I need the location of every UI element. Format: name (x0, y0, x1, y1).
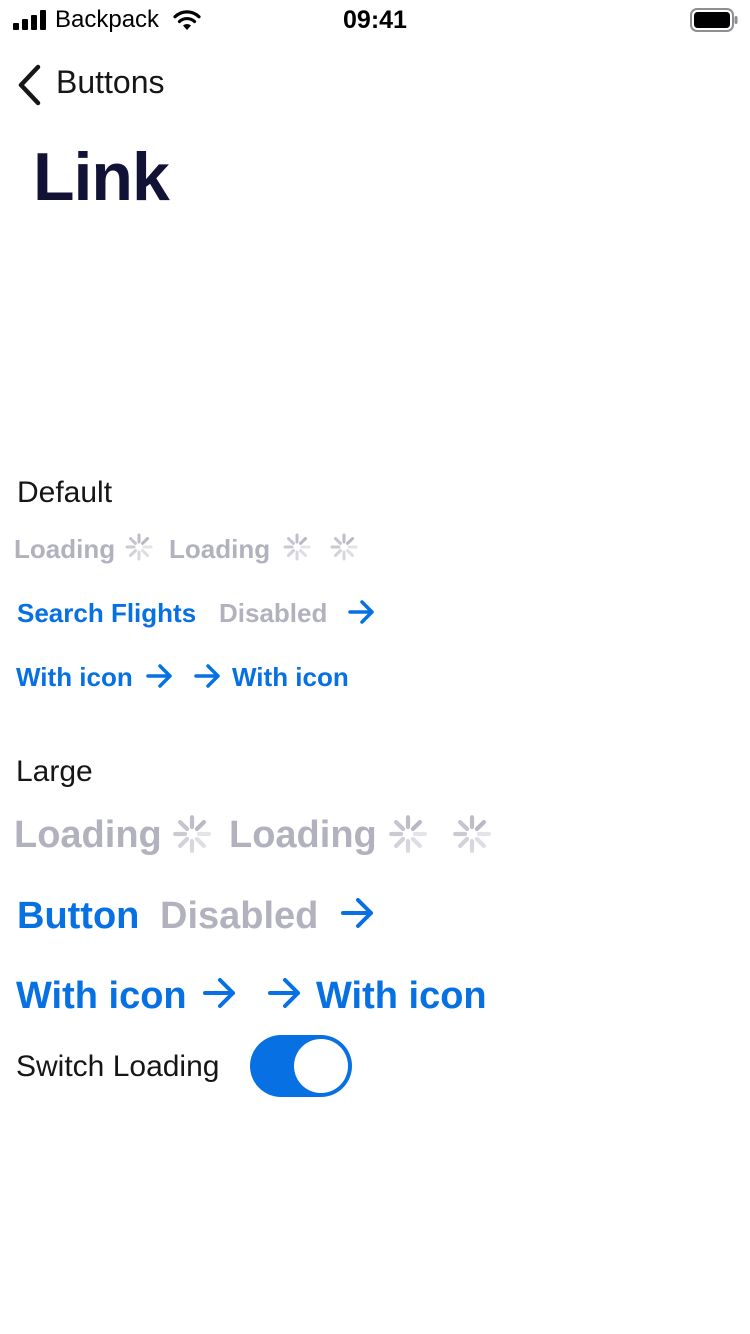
chevron-left-icon[interactable] (16, 64, 44, 106)
arrow-right-icon[interactable] (146, 663, 174, 689)
arrow-right-icon[interactable] (267, 976, 303, 1010)
switch-loading-label: Switch Loading (16, 1050, 220, 1083)
loading-link-2: Loading (169, 534, 271, 564)
arrow-right-icon[interactable] (202, 976, 238, 1010)
switch-knob (294, 1039, 348, 1093)
status-bar: Backpack 09:41 (0, 0, 750, 40)
loading-link-1: Loading (14, 534, 116, 564)
status-time: 09:41 (343, 6, 407, 34)
spinner-icon (389, 815, 427, 853)
spinner-icon (173, 815, 211, 853)
loading-large-link-1: Loading (14, 814, 162, 856)
spinner-icon (125, 533, 153, 561)
section-label-large: Large (16, 755, 93, 788)
with-icon-trailing-link[interactable]: With icon (16, 662, 133, 693)
spinner-icon (283, 533, 311, 561)
spinner-icon (330, 533, 358, 561)
battery-icon (690, 8, 738, 32)
page-title: Link (33, 139, 170, 215)
arrow-right-icon[interactable] (348, 599, 376, 625)
search-flights-link[interactable]: Search Flights (17, 598, 196, 629)
back-button-label[interactable]: Buttons (56, 64, 165, 101)
disabled-link: Disabled (219, 598, 328, 628)
button-large-link[interactable]: Button (17, 895, 139, 938)
with-icon-trailing-large-link[interactable]: With icon (16, 975, 187, 1018)
section-label-default: Default (17, 476, 113, 509)
with-icon-leading-link[interactable]: With icon (232, 662, 349, 693)
disabled-large-link: Disabled (160, 895, 319, 937)
switch-loading-toggle[interactable] (250, 1035, 352, 1097)
loading-large-link-2: Loading (229, 814, 377, 856)
arrow-right-icon[interactable] (194, 663, 222, 689)
arrow-right-icon[interactable] (340, 896, 376, 930)
with-icon-leading-large-link[interactable]: With icon (316, 975, 487, 1018)
spinner-icon (453, 815, 491, 853)
